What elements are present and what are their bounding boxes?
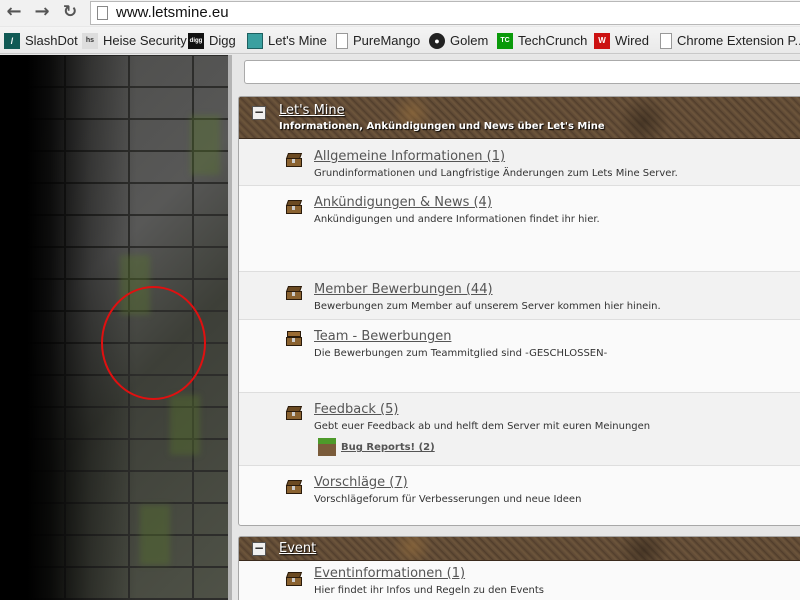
bookmark-label: SlashDot — [25, 33, 78, 48]
bookmark-label: Digg — [209, 33, 236, 48]
slashdot-icon: / — [4, 32, 20, 49]
reload-icon[interactable]: ↻ — [60, 2, 80, 22]
forum-title-link[interactable]: Allgemeine Informationen (1) — [314, 149, 505, 164]
forum-title-link[interactable]: Vorschläge (7) — [314, 475, 408, 490]
grass-block-icon — [318, 438, 336, 456]
bookmark-label: PureMango — [353, 33, 421, 48]
bookmark-golem[interactable]: ● Golem — [429, 31, 488, 50]
forum-title-link[interactable]: Feedback (5) — [314, 402, 398, 417]
category-header: − Event — [239, 537, 800, 561]
forum-row: Team - Bewerbungen Die Bewerbungen zum T… — [239, 320, 800, 393]
chest-icon — [285, 283, 303, 301]
wired-icon: W — [594, 32, 610, 49]
moss-patch — [140, 505, 170, 565]
forum-row: Allgemeine Informationen (1) Grundinform… — [239, 139, 800, 186]
forum-description: Ankündigungen und andere Informationen f… — [314, 214, 600, 225]
bookmark-heise-security[interactable]: hs Heise Security — [82, 31, 187, 50]
forum-row: Member Bewerbungen (44) Bewerbungen zum … — [239, 272, 800, 320]
collapse-toggle-icon[interactable]: − — [252, 542, 266, 556]
forum-title-link[interactable]: Team - Bewerbungen — [314, 329, 451, 344]
back-arrow-icon[interactable]: ← — [4, 2, 24, 22]
bookmark-wired[interactable]: W Wired — [594, 31, 649, 50]
moss-patch — [190, 115, 220, 175]
forum-search-input[interactable] — [244, 60, 800, 84]
page-icon — [97, 6, 108, 20]
forum-description: Die Bewerbungen zum Teammitglied sind -G… — [314, 348, 608, 359]
bookmark-puremango[interactable]: PureMango — [336, 31, 420, 50]
digg-icon: digg — [188, 32, 204, 49]
forum-content: − Let's Mine Informationen, Ankündigunge… — [232, 55, 800, 600]
page-icon — [660, 32, 672, 49]
red-circle-annotation — [101, 286, 206, 400]
bookmark-slashdot[interactable]: / SlashDot — [4, 31, 78, 50]
chest-icon — [285, 477, 303, 495]
closed-chest-icon — [285, 329, 303, 347]
techcrunch-icon: TC — [497, 32, 513, 49]
bookmark-label: Heise Security — [103, 33, 187, 48]
category-description: Informationen, Ankündigungen und News üb… — [279, 121, 605, 132]
forum-description: Gebt euer Feedback ab und helft dem Serv… — [314, 421, 651, 432]
forum-row: Vorschläge (7) Vorschlägeforum für Verbe… — [239, 466, 800, 525]
bookmark-chrome-extension[interactable]: Chrome Extension P... — [660, 31, 800, 50]
moss-patch — [170, 395, 200, 455]
forum-description: Bewerbungen zum Member auf unserem Serve… — [314, 301, 661, 312]
address-bar[interactable]: www.letsmine.eu — [90, 1, 800, 25]
forum-description: Hier findet ihr Infos und Regeln zu den … — [314, 585, 544, 596]
heise-icon: hs — [82, 32, 98, 49]
bookmark-label: TechCrunch — [518, 33, 588, 48]
forum-title-link[interactable]: Member Bewerbungen (44) — [314, 282, 493, 297]
category-header: − Let's Mine Informationen, Ankündigunge… — [239, 97, 800, 139]
chest-icon — [285, 197, 303, 215]
bookmark-techcrunch[interactable]: TC TechCrunch — [497, 31, 587, 50]
chest-icon — [285, 403, 303, 421]
category-panel-lets-mine: − Let's Mine Informationen, Ankündigunge… — [238, 96, 800, 526]
forum-title-link[interactable]: Ankündigungen & News (4) — [314, 195, 492, 210]
forum-title-link[interactable]: Eventinformationen (1) — [314, 566, 465, 581]
bookmark-label: Golem — [450, 33, 489, 48]
forum-description: Grundinformationen und Langfristige Ände… — [314, 168, 678, 179]
forum-description: Vorschlägeforum für Verbesserungen und n… — [314, 494, 582, 505]
bookmark-label: Let's Mine — [268, 33, 327, 48]
bookmark-label: Chrome Extension P... — [677, 33, 800, 48]
golem-icon: ● — [429, 32, 445, 49]
bookmark-lets-mine[interactable]: Let's Mine — [247, 31, 327, 50]
bookmark-label: Wired — [615, 33, 649, 48]
chest-icon — [285, 150, 303, 168]
url-text: www.letsmine.eu — [116, 4, 229, 21]
category-title[interactable]: Let's Mine — [279, 103, 345, 118]
chest-icon — [285, 569, 303, 587]
page-icon — [336, 32, 348, 49]
subforum-link[interactable]: Bug Reports! (2) — [341, 442, 435, 453]
forum-row: Eventinformationen (1) Hier findet ihr I… — [239, 561, 800, 600]
forward-arrow-icon[interactable]: → — [32, 2, 52, 22]
forum-row: Ankündigungen & News (4) Ankündigungen u… — [239, 186, 800, 272]
collapse-toggle-icon[interactable]: − — [252, 106, 266, 120]
browser-toolbar: ← → ↻ www.letsmine.eu — [0, 0, 800, 26]
forum-row: Feedback (5) Gebt euer Feedback ab und h… — [239, 393, 800, 466]
cube-icon — [247, 32, 263, 49]
category-panel-event: − Event Eventinformationen (1) Hier find… — [238, 536, 800, 600]
bookmarks-bar: / SlashDot hs Heise Security digg Digg L… — [0, 27, 800, 54]
category-title[interactable]: Event — [279, 541, 316, 556]
bookmark-digg[interactable]: digg Digg — [188, 31, 236, 50]
